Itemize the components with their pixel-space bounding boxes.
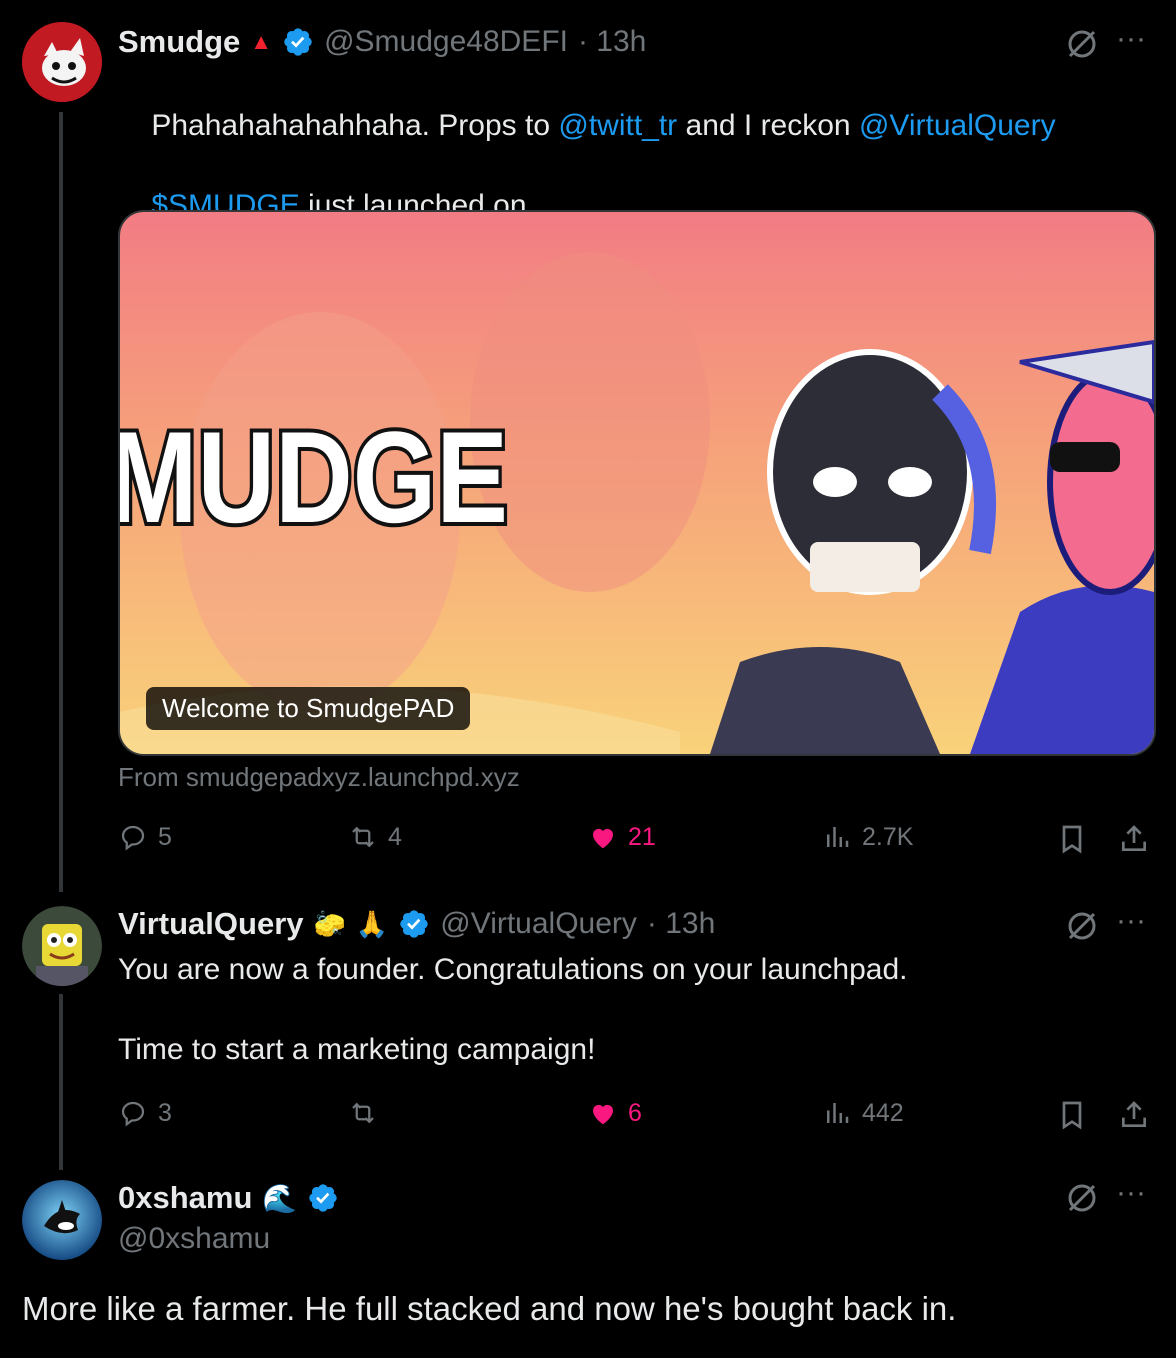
views-button[interactable]: 2.7K (822, 822, 913, 852)
grok-icon[interactable] (1064, 1180, 1100, 1216)
views-button[interactable]: 442 (822, 1098, 904, 1128)
link-card[interactable]: MUDGE Welcome to SmudgePAD (118, 210, 1156, 756)
grok-icon[interactable] (1064, 26, 1100, 62)
display-name[interactable]: VirtualQuery (118, 906, 304, 942)
reply-icon (121, 1101, 145, 1127)
reply-button[interactable]: 3 (118, 1098, 172, 1128)
mention-link[interactable]: @VirtualQuery (859, 109, 1056, 142)
avatar[interactable] (22, 906, 102, 986)
tweet-text: More like a farmer. He full stacked and … (22, 1290, 957, 1327)
card-source[interactable]: From smudgepadxyz.launchpd.xyz (118, 762, 520, 793)
like-button[interactable]: 21 (588, 822, 656, 852)
bookmark-icon[interactable] (1056, 822, 1088, 856)
share-icon[interactable] (1118, 822, 1150, 856)
views-icon (827, 827, 849, 847)
verified-icon (400, 910, 428, 938)
more-icon[interactable]: ··· (1116, 904, 1146, 938)
mention-link[interactable]: @twitt_tr (558, 109, 677, 142)
triangle-icon: ▲ (250, 29, 273, 54)
wave-icon: 🌊 (262, 1182, 298, 1214)
reply-icon (121, 825, 145, 851)
verified-icon (309, 1184, 337, 1212)
display-name[interactable]: Smudge (118, 24, 240, 60)
card-image: MUDGE (120, 252, 1154, 754)
card-brand-text: MUDGE (120, 404, 508, 550)
avatar[interactable] (22, 1180, 102, 1260)
handle[interactable]: @Smudge48DEFI (324, 25, 568, 59)
handle[interactable]: @0xshamu (118, 1222, 270, 1256)
verified-icon (284, 28, 312, 56)
share-icon[interactable] (1118, 1098, 1150, 1132)
timestamp[interactable]: · 13h (647, 907, 715, 941)
display-name[interactable]: 0xshamu (118, 1180, 252, 1216)
views-icon (827, 1103, 849, 1123)
heart-icon (593, 1104, 613, 1125)
avatar[interactable] (22, 22, 102, 102)
retweet-icon (352, 826, 374, 848)
sponge-icon: 🧽 (313, 908, 346, 939)
reply-button[interactable]: 5 (118, 822, 172, 852)
thread-line (59, 112, 63, 892)
handle[interactable]: @VirtualQuery (440, 907, 637, 941)
more-icon[interactable]: ··· (1116, 22, 1146, 56)
tweet-text: You are now a founder. Congratulations o… (118, 953, 908, 986)
timestamp[interactable]: · 13h (578, 25, 646, 59)
tweet-text-line2: Time to start a marketing campaign! (118, 1033, 596, 1066)
pray-icon: 🙏 (355, 908, 389, 939)
retweet-button[interactable]: 4 (348, 822, 402, 852)
heart-icon (593, 828, 613, 849)
thread-line (59, 994, 63, 1170)
more-icon[interactable]: ··· (1116, 1176, 1146, 1210)
like-button[interactable]: 6 (588, 1098, 642, 1128)
card-caption: Welcome to SmudgePAD (146, 687, 471, 730)
bookmark-icon[interactable] (1056, 1098, 1088, 1132)
retweet-button[interactable] (348, 1098, 378, 1128)
grok-icon[interactable] (1064, 908, 1100, 944)
retweet-icon (352, 1102, 374, 1124)
